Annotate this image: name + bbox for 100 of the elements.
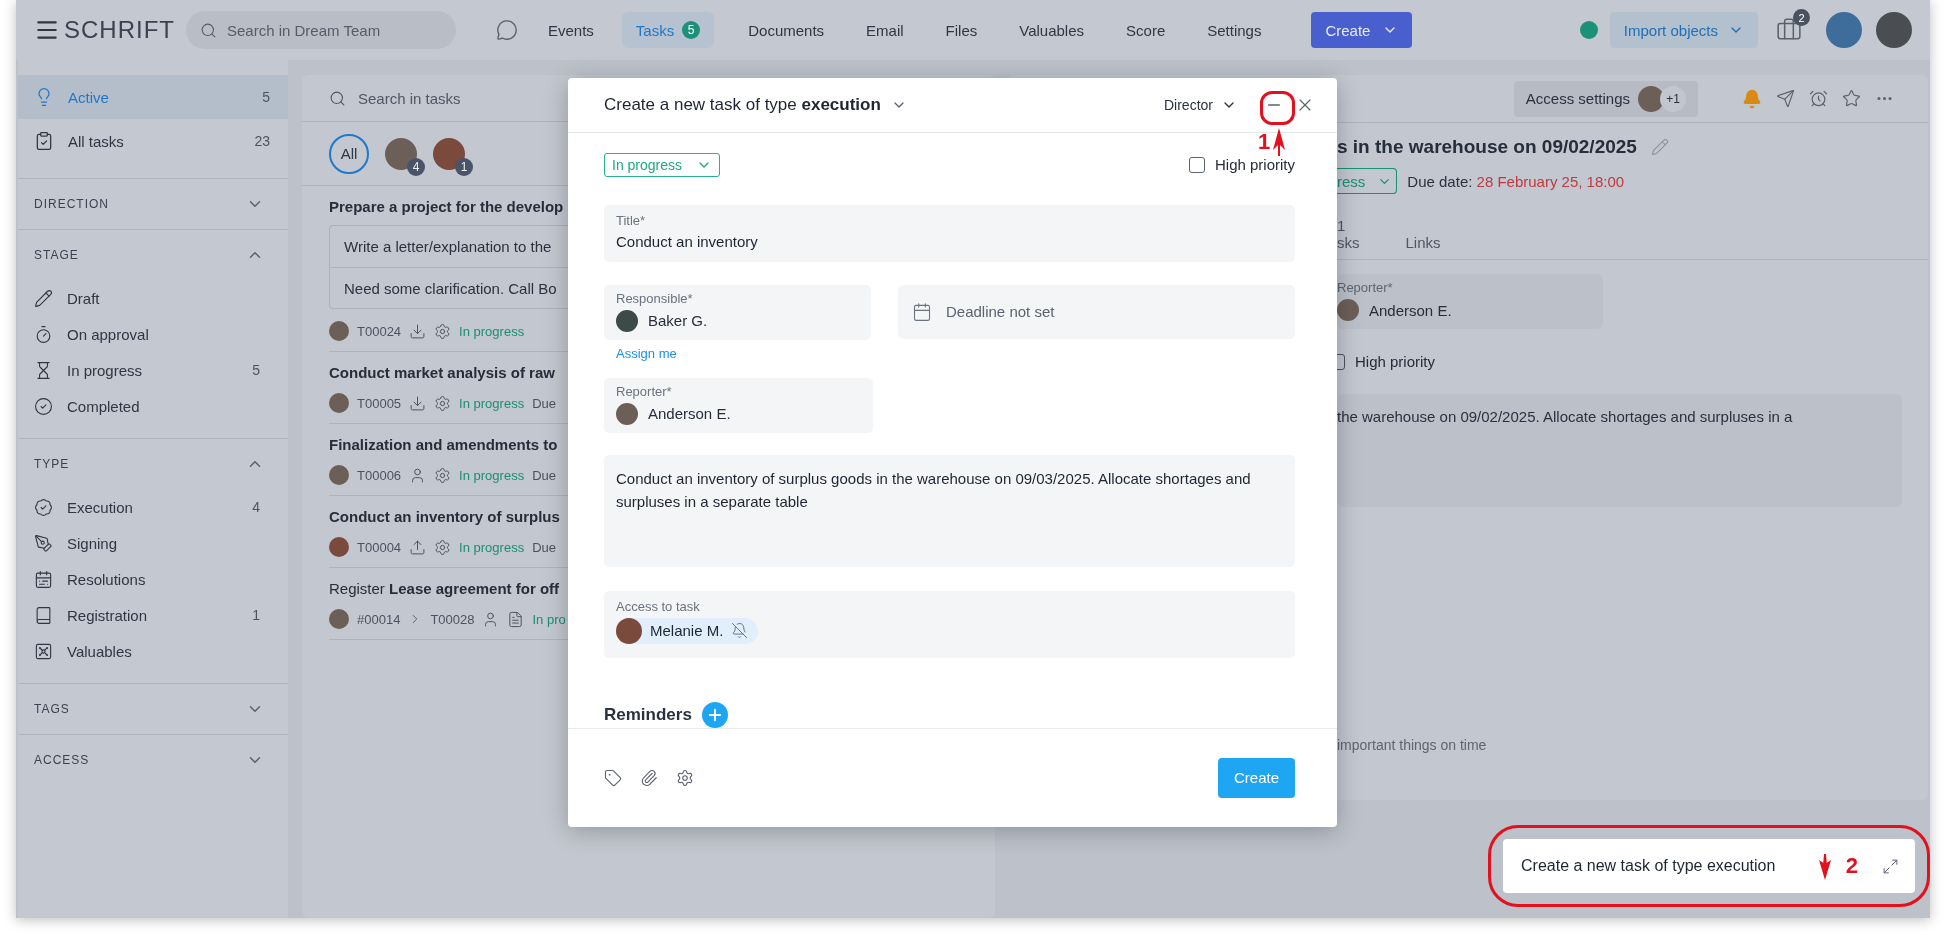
count-badge: 5	[682, 21, 701, 39]
hourglass-icon	[34, 360, 53, 380]
chat-icon[interactable]	[496, 19, 518, 41]
section-title: DIRECTION	[34, 197, 109, 211]
more-count: +1	[1660, 85, 1686, 112]
description-field[interactable]: the warehouse on 09/02/2025. Allocate shortages and surpluses in a	[1337, 394, 1902, 507]
gear-icon	[434, 466, 452, 484]
due-label: Due	[532, 467, 556, 483]
sidebar-item[interactable]: Active 5	[18, 75, 288, 119]
responsible-field[interactable]: Responsible* Baker G.	[604, 284, 871, 340]
priority-checkbox[interactable]: High priority	[1188, 156, 1295, 174]
person-chip[interactable]: Melanie M.	[616, 617, 759, 644]
download-icon	[409, 394, 427, 412]
gear-icon	[434, 394, 452, 412]
nav-tab[interactable]: Email	[852, 12, 918, 48]
send-icon[interactable]	[1776, 89, 1795, 108]
avatar	[329, 537, 349, 557]
nav-tab[interactable]: Documents	[734, 12, 839, 48]
task-code[interactable]: T00024	[357, 323, 402, 339]
access-field[interactable]: Access to task Melanie M.	[604, 590, 1295, 658]
create-button[interactable]: Create	[1311, 12, 1413, 48]
search-icon	[200, 21, 217, 39]
sidebar-item[interactable]: On approval	[18, 316, 288, 352]
sidebar-item[interactable]: In progress 5	[18, 352, 288, 388]
due-date: Due date: 28 February 25, 18:00	[1407, 172, 1625, 190]
calendar-icon	[912, 301, 932, 322]
access-settings-button[interactable]: Access settings +1	[1513, 80, 1698, 117]
nav-tab[interactable]: Score	[1112, 12, 1180, 48]
sidebar-item[interactable]: Draft	[18, 280, 288, 316]
parent-code[interactable]: #00014	[357, 611, 401, 627]
sidebar-item[interactable]: Resolutions	[18, 561, 288, 597]
assign-me-link[interactable]: Assign me	[616, 345, 677, 361]
detail-tab[interactable]: 1 sks	[1337, 217, 1360, 251]
search-icon	[329, 89, 346, 107]
filter-all-button[interactable]: All	[329, 133, 369, 174]
due-label: Due	[532, 395, 556, 411]
avatar[interactable]	[1826, 12, 1862, 48]
check-circle-icon	[34, 396, 53, 416]
avatar	[329, 465, 349, 485]
sidebar-item[interactable]: Valuables	[18, 633, 288, 669]
task-code[interactable]: T00005	[357, 395, 402, 411]
star-icon[interactable]	[1842, 89, 1861, 108]
status-label: In progress	[459, 323, 525, 339]
task-code[interactable]: T00004	[357, 539, 402, 555]
detail-tab[interactable]: Links	[1405, 234, 1441, 251]
description-field[interactable]: Conduct an inventory of surplus goods in the warehouse on 09/03/2025. Allocate shortages and surpluses in a separate table	[604, 454, 1295, 567]
alarm-clock-icon[interactable]	[1809, 89, 1828, 108]
nav-tab[interactable]: Tasks 5	[621, 12, 715, 48]
title-field[interactable]: Title* Conduct an inventory	[604, 204, 1295, 262]
sidebar-item[interactable]: Signing	[18, 525, 288, 561]
gear-icon	[434, 538, 452, 556]
task-code[interactable]: T00006	[357, 467, 402, 483]
annotation-ring	[1260, 91, 1295, 125]
section-title: TAGS	[34, 702, 70, 716]
reporter-field[interactable]: Reporter* Anderson E.	[604, 377, 873, 433]
clipboard-check-icon	[34, 131, 54, 151]
task-code[interactable]: T00028	[430, 611, 475, 627]
sidebar-item[interactable]: Completed	[18, 388, 288, 424]
annotation-number: 1	[1258, 129, 1271, 155]
add-button[interactable]	[701, 701, 728, 728]
nav-tab[interactable]: Settings	[1193, 12, 1276, 48]
search-field[interactable]: Search in Dream Team	[186, 11, 456, 49]
book-icon	[34, 605, 53, 625]
tag-icon[interactable]	[604, 768, 622, 787]
avatar[interactable]	[1876, 12, 1912, 48]
gear-icon	[434, 322, 452, 340]
reporter-field[interactable]: Reporter* Anderson E.	[1337, 274, 1603, 329]
download-icon	[409, 322, 427, 340]
nav-tab[interactable]: Valuables	[1005, 12, 1099, 48]
hint-text: important things on time	[1337, 737, 1487, 753]
status-label: In progress	[459, 467, 525, 483]
nav-tab[interactable]: Files	[931, 12, 992, 48]
pencil-icon[interactable]	[1650, 138, 1669, 156]
avatar	[1638, 85, 1664, 112]
nav-tab[interactable]: Events	[534, 12, 608, 48]
avatar	[329, 393, 349, 413]
due-label: Due	[532, 539, 556, 555]
annotation-arrow	[1817, 852, 1832, 880]
badge-icon	[34, 497, 53, 517]
expand-icon[interactable]	[1882, 857, 1899, 875]
avatar[interactable]	[433, 137, 465, 170]
reminders-heading: Reminders	[604, 704, 692, 725]
role-dropdown[interactable]: Director	[1158, 95, 1243, 114]
deadline-field[interactable]: Deadline not set	[898, 284, 1295, 339]
count-badge: 1	[455, 157, 473, 176]
sidebar-item[interactable]: All tasks 23	[18, 119, 288, 163]
section-title: ACCESS	[34, 753, 90, 767]
avatar	[329, 321, 349, 341]
settings-icon[interactable]	[676, 768, 694, 787]
avatar	[616, 402, 638, 425]
sidebar-item[interactable]: Registration 1	[18, 597, 288, 633]
minimized-task-bar[interactable]: Create a new task of type execution 2	[1503, 839, 1915, 893]
dialog-title: Create a new task of type execution	[604, 94, 881, 115]
status-dot	[1579, 21, 1598, 39]
avatar[interactable]	[385, 137, 417, 170]
calendar-list-icon	[34, 569, 53, 589]
sidebar-item[interactable]: Execution 4	[18, 489, 288, 525]
paperclip-icon[interactable]	[640, 768, 658, 787]
avatar	[1337, 299, 1359, 321]
document-icon	[507, 610, 525, 628]
